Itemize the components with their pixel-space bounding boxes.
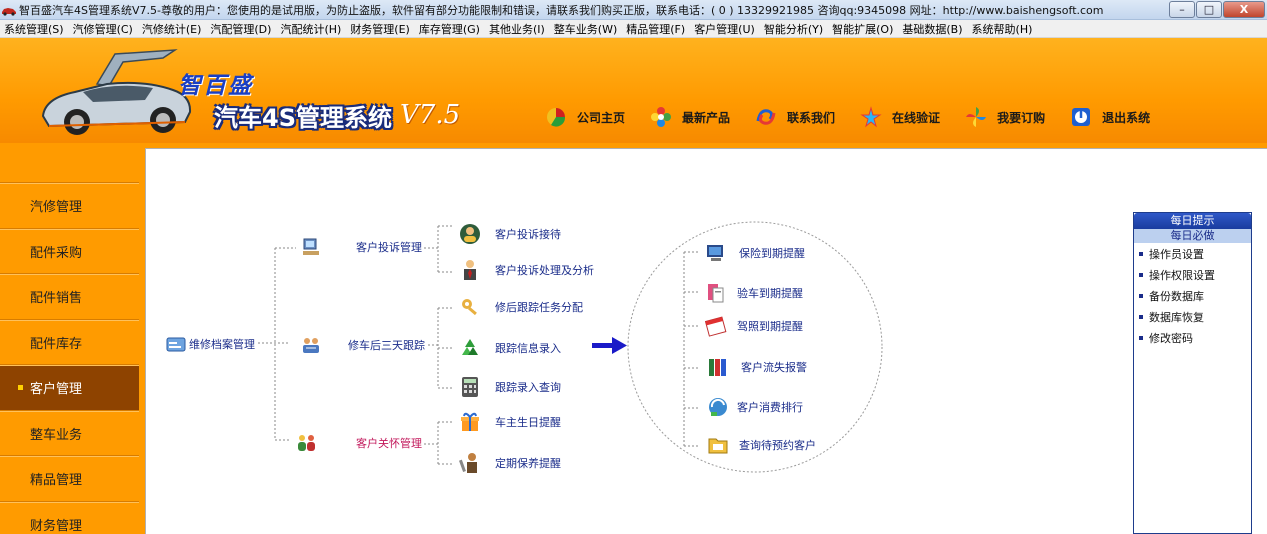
node-repair-archive[interactable]: 维修档案管理	[165, 333, 255, 355]
node-birthday-reminder[interactable]: 车主生日提醒	[459, 411, 561, 433]
key-user-icon	[462, 299, 477, 316]
pie-globe-icon	[547, 108, 566, 127]
node-consumption-ranking[interactable]: 客户消费排行	[707, 396, 803, 418]
menu-parts-stats[interactable]: 汽配统计(H)	[280, 21, 341, 37]
sidebar: 汽修管理 配件采购 配件销售 配件库存 客户管理 整车业务 精品管理 财务管理	[0, 143, 139, 534]
tip-backup-database[interactable]: 备份数据库	[1134, 285, 1251, 306]
menu-repair-stats[interactable]: 汽修统计(E)	[142, 21, 202, 37]
mechanic-tool-icon	[459, 453, 477, 473]
maximize-button[interactable]: □	[1196, 1, 1222, 18]
node-churn-alert[interactable]: 客户流失报警	[707, 356, 807, 378]
flower-icon	[651, 107, 672, 127]
node-followup-query[interactable]: 跟踪录入查询	[459, 376, 561, 398]
node-complaint-receive[interactable]: 客户投诉接待	[459, 223, 561, 245]
node-customer-care[interactable]: 客户关怀管理	[296, 432, 422, 454]
recycle-icon	[462, 339, 478, 355]
menu-bar: 系统管理(S) 汽修管理(C) 汽修统计(E) 汽配管理(D) 汽配统计(H) …	[0, 20, 1267, 38]
window-title: 智百盛汽车4S管理系统V7.5-尊敬的用户：您使用的是试用版，为防止盗版，软件留…	[19, 3, 1104, 17]
node-maintenance-reminder[interactable]: 定期保养提醒	[459, 452, 561, 474]
menu-help[interactable]: 系统帮助(H)	[972, 21, 1033, 37]
car-app-icon	[2, 7, 16, 16]
people-group-icon	[298, 435, 315, 451]
node-inspection-reminder[interactable]: 验车到期提醒	[705, 282, 803, 304]
node-followup-assign[interactable]: 修后跟踪任务分配	[459, 296, 583, 318]
link-online-verify[interactable]: 在线验证	[860, 106, 940, 128]
minimize-button[interactable]: –	[1169, 1, 1195, 18]
sidebar-item-customer[interactable]: 客户管理	[0, 365, 139, 411]
calculator-icon	[462, 377, 478, 397]
binders-icon	[709, 359, 726, 376]
node-followup-3days[interactable]: 修车后三天跟踪	[300, 334, 425, 356]
brand-name: 智百盛	[178, 72, 253, 99]
menu-vehicle[interactable]: 整车业务(W)	[554, 21, 617, 37]
star-icon	[860, 106, 882, 128]
tie-person-icon	[464, 260, 476, 280]
active-bullet-icon	[18, 385, 23, 391]
node-followup-entry[interactable]: 跟踪信息录入	[459, 337, 561, 359]
sidebar-item-repair[interactable]: 汽修管理	[0, 183, 139, 229]
link-new-products[interactable]: 最新产品	[650, 106, 730, 128]
link-contact-us[interactable]: 联系我们	[755, 106, 835, 128]
title-bar: 智百盛汽车4S管理系统V7.5-尊敬的用户：您使用的是试用版，为防止盗版，软件留…	[0, 0, 1267, 20]
bullet-icon	[1139, 335, 1143, 340]
sidebar-spacer	[0, 143, 139, 183]
menu-inventory[interactable]: 库存管理(G)	[419, 21, 480, 37]
folder-card-icon	[166, 337, 186, 352]
menu-extension[interactable]: 智能扩展(O)	[832, 21, 893, 37]
brand-product: 汽车4S管理系统	[214, 104, 392, 132]
sidebar-item-parts-sales[interactable]: 配件销售	[0, 274, 139, 320]
user-meeting-icon	[303, 338, 319, 353]
person-badge-icon	[460, 224, 480, 244]
bullet-icon	[1139, 293, 1143, 298]
gift-icon	[461, 412, 479, 431]
documents-icon	[708, 284, 724, 303]
tip-operator-settings[interactable]: 操作员设置	[1134, 243, 1251, 264]
daily-tips-title: 每日提示	[1134, 213, 1251, 229]
link-order[interactable]: 我要订购	[965, 106, 1045, 128]
node-license-reminder[interactable]: 驾照到期提醒	[705, 315, 803, 337]
menu-system[interactable]: 系统管理(S)	[4, 21, 64, 37]
computer-user-icon	[303, 238, 319, 255]
top-links: 公司主页 最新产品 联系我们 在线验证 我要订购 退出系统	[545, 106, 1175, 128]
app-header: 智百盛 汽车4S管理系统 V7.5 公司主页 最新产品 联系我们 在线验证 我要…	[0, 38, 1267, 143]
menu-analysis[interactable]: 智能分析(Y)	[764, 21, 823, 37]
refresh-money-icon	[709, 398, 727, 416]
menu-other[interactable]: 其他业务(I)	[489, 21, 545, 37]
close-button[interactable]: X	[1223, 1, 1265, 18]
menu-boutique[interactable]: 精品管理(F)	[626, 21, 685, 37]
tip-change-password[interactable]: 修改密码	[1134, 327, 1251, 348]
daily-tips-subtitle: 每日必做	[1134, 229, 1251, 243]
tip-permission-settings[interactable]: 操作权限设置	[1134, 264, 1251, 285]
node-complaint-management[interactable]: 客户投诉管理	[300, 236, 422, 258]
bullet-icon	[1139, 272, 1143, 277]
swirl-icon	[756, 109, 776, 125]
node-complaint-analysis[interactable]: 客户投诉处理及分析	[459, 259, 594, 281]
menu-parts[interactable]: 汽配管理(D)	[210, 21, 271, 37]
calendar-icon	[705, 316, 727, 337]
sidebar-item-vehicle[interactable]: 整车业务	[0, 410, 139, 456]
menu-base-data[interactable]: 基础数据(B)	[902, 21, 962, 37]
menu-customer[interactable]: 客户管理(U)	[694, 21, 755, 37]
sidebar-item-boutique[interactable]: 精品管理	[0, 456, 139, 502]
daily-tips-panel: 每日提示 每日必做 操作员设置 操作权限设置 备份数据库 数据库恢复 修改密码	[1133, 212, 1252, 534]
link-company-home[interactable]: 公司主页	[545, 106, 625, 128]
tip-restore-database[interactable]: 数据库恢复	[1134, 306, 1251, 327]
sidebar-item-finance[interactable]: 财务管理	[0, 501, 139, 534]
link-exit[interactable]: 退出系统	[1070, 106, 1150, 128]
bullet-icon	[1139, 251, 1143, 256]
bullet-icon	[1139, 314, 1143, 319]
folder-icon	[708, 438, 728, 454]
sidebar-item-parts-stock[interactable]: 配件库存	[0, 319, 139, 365]
exit-icon	[1072, 108, 1091, 126]
pinwheel-icon	[966, 107, 987, 127]
node-pending-booking[interactable]: 查询待预约客户	[707, 434, 816, 456]
brand-version: V7.5	[400, 100, 461, 130]
menu-repair[interactable]: 汽修管理(C)	[73, 21, 133, 37]
monitor-icon	[707, 245, 723, 261]
sports-car-logo-icon	[41, 49, 192, 135]
menu-finance[interactable]: 财务管理(E)	[350, 21, 410, 37]
sidebar-item-parts-purchase[interactable]: 配件采购	[0, 228, 139, 274]
node-insurance-reminder[interactable]: 保险到期提醒	[705, 242, 805, 264]
